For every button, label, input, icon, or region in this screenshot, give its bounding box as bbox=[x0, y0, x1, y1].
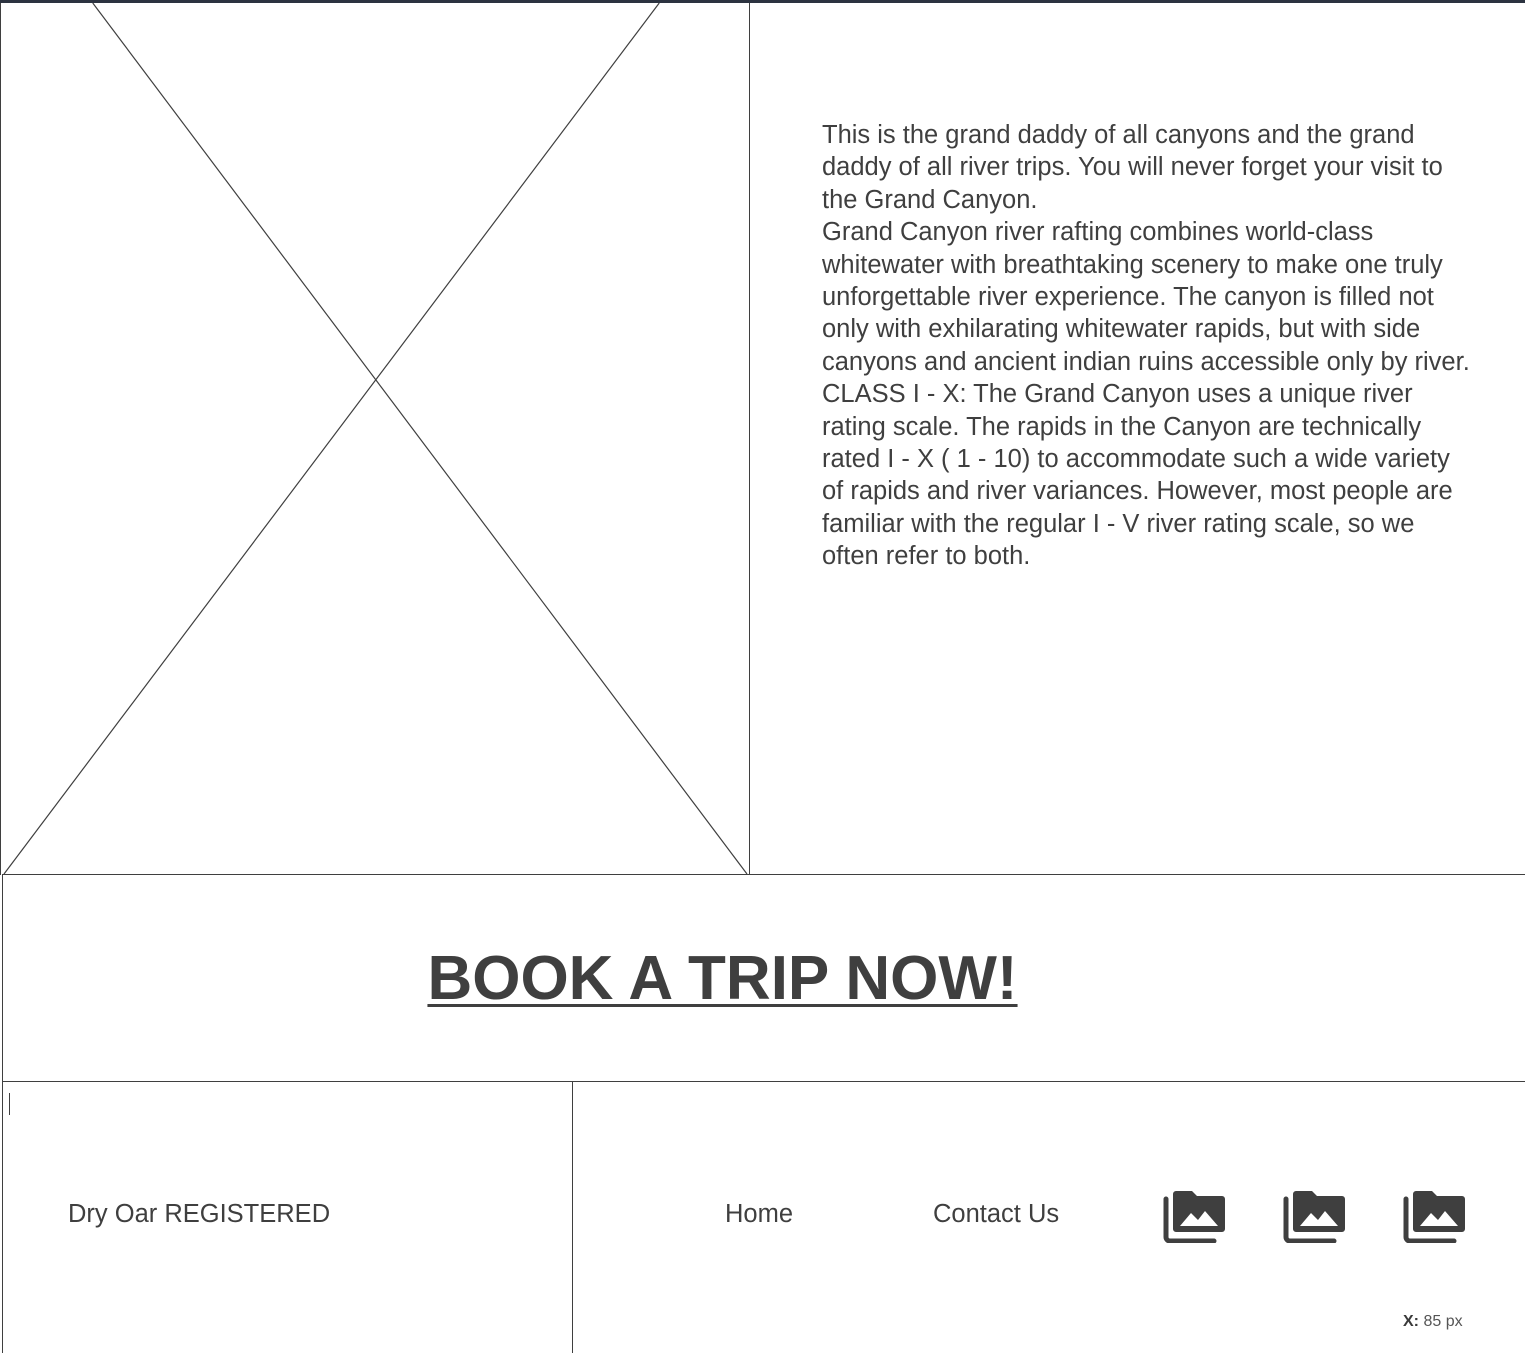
nav-contact-link[interactable]: Contact Us bbox=[933, 1200, 1059, 1229]
photo-library-icon[interactable] bbox=[1282, 1189, 1346, 1243]
image-placeholder-cross bbox=[3, 3, 748, 875]
footer-divider bbox=[2, 1081, 1525, 1082]
text-cursor bbox=[9, 1093, 10, 1115]
coordinate-label: X: bbox=[1403, 1313, 1419, 1330]
photo-library-icon[interactable] bbox=[1162, 1189, 1226, 1243]
description-paragraph: Grand Canyon river rafting combines worl… bbox=[822, 218, 1470, 376]
section-divider bbox=[2, 874, 1525, 875]
footer-column-divider bbox=[572, 1082, 573, 1353]
coordinate-value: 85 px bbox=[1423, 1313, 1463, 1330]
coordinate-readout: X: 85 px bbox=[1403, 1313, 1463, 1331]
image-placeholder bbox=[0, 3, 750, 875]
book-trip-link[interactable]: BOOK A TRIP NOW! bbox=[0, 876, 1445, 1081]
description-paragraph: This is the grand daddy of all canyons a… bbox=[822, 121, 1443, 214]
trip-description: This is the grand daddy of all canyons a… bbox=[822, 119, 1472, 573]
nav-home-link[interactable]: Home bbox=[725, 1200, 793, 1229]
brand-name: Dry Oar REGISTERED bbox=[68, 1200, 331, 1228]
photo-library-icon[interactable] bbox=[1402, 1189, 1466, 1243]
description-paragraph: CLASS I - X: The Grand Canyon uses a uni… bbox=[822, 380, 1453, 571]
